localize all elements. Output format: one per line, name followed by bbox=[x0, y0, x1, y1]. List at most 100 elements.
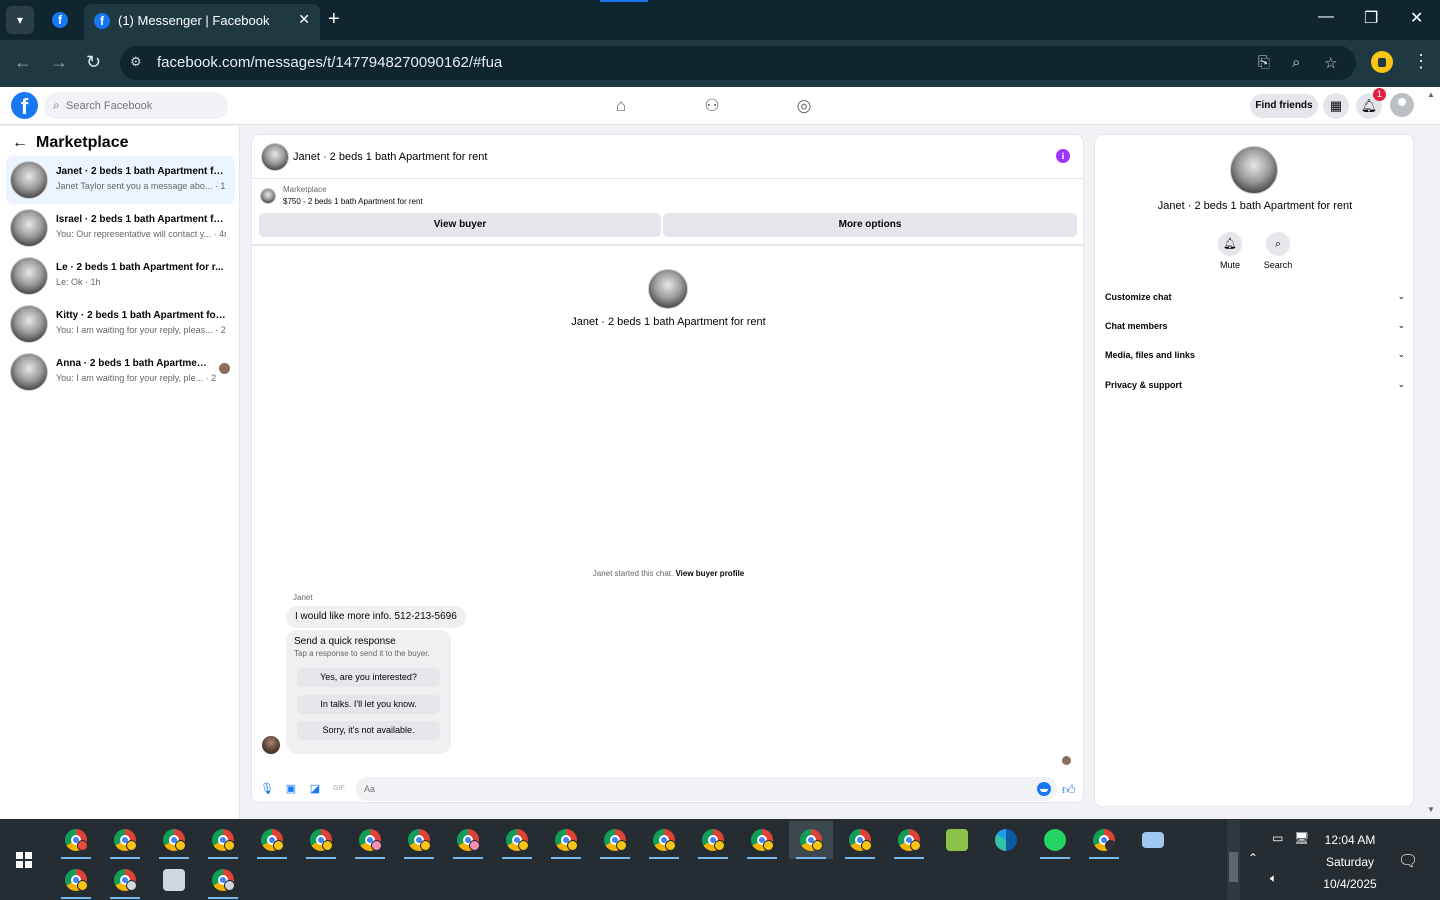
chat-title[interactable]: Janet · 2 beds 1 bath Apartment for rent bbox=[293, 151, 487, 163]
browser-menu-icon[interactable]: ⋮ bbox=[1412, 51, 1430, 72]
taskbar-chrome-icon[interactable] bbox=[593, 821, 637, 859]
taskbar-chrome-icon[interactable] bbox=[299, 821, 343, 859]
taskbar-chrome-icon[interactable] bbox=[103, 861, 147, 899]
thumbs-up-icon[interactable]: 👍︎ bbox=[1062, 782, 1076, 798]
volume-icon[interactable]: 🔈︎ bbox=[1270, 871, 1277, 886]
facebook-favicon-icon: f bbox=[52, 12, 68, 28]
accordion-chat-members[interactable]: Chat members ⌄ bbox=[1105, 318, 1405, 338]
minimize-button[interactable]: — bbox=[1318, 8, 1334, 26]
taskbar-clock[interactable]: 12:04 AM Saturday 10/4/2025 bbox=[1310, 829, 1390, 895]
taskbar-contacts-icon[interactable] bbox=[152, 861, 196, 899]
taskbar-chrome-icon[interactable] bbox=[642, 821, 686, 859]
conversation-item[interactable]: Le · 2 beds 1 bath Apartment for r... Le… bbox=[6, 252, 235, 300]
network-icon[interactable]: 🖥︎ bbox=[1294, 831, 1309, 845]
quick-reply-button[interactable]: Sorry, it's not available. bbox=[297, 721, 440, 740]
taskbar-chrome-icon[interactable] bbox=[201, 861, 245, 899]
taskbar-chrome-icon[interactable] bbox=[54, 821, 98, 859]
accordion-media-files[interactable]: Media, files and links ⌄ bbox=[1105, 347, 1405, 367]
taskbar-chrome-icon[interactable] bbox=[397, 821, 441, 859]
tab-close-icon[interactable]: ✕ bbox=[298, 11, 310, 28]
taskbar-notepad-icon[interactable] bbox=[935, 821, 979, 859]
reload-icon[interactable]: ↻ bbox=[86, 52, 101, 73]
listing-price[interactable]: $750 - 2 beds 1 bath Apartment for rent bbox=[283, 197, 423, 206]
taskbar-chrome-icon[interactable] bbox=[495, 821, 539, 859]
taskbar-chrome-icon[interactable] bbox=[201, 821, 245, 859]
taskbar-chrome-icon[interactable] bbox=[446, 821, 490, 859]
message-bubble[interactable]: I would like more info. 512-213-5696 bbox=[286, 606, 466, 628]
taskbar-chrome-icon[interactable] bbox=[691, 821, 735, 859]
clock-date: 10/4/2025 bbox=[1323, 877, 1377, 891]
gif-icon[interactable]: GIF bbox=[332, 782, 346, 796]
facebook-logo-icon[interactable]: f bbox=[11, 92, 38, 119]
facebook-search[interactable]: ⌕ bbox=[44, 92, 228, 119]
accordion-privacy-support[interactable]: Privacy & support ⌄ bbox=[1105, 377, 1405, 397]
microphone-icon[interactable]: 🎙︎ bbox=[260, 782, 274, 796]
taskbar-chrome-icon[interactable] bbox=[152, 821, 196, 859]
menu-grid-icon[interactable]: ▦ bbox=[1323, 93, 1349, 119]
mute-button[interactable]: 🔔︎ Mute bbox=[1210, 232, 1250, 270]
message-composer[interactable] bbox=[356, 777, 1057, 801]
conversation-item[interactable]: Janet · 2 beds 1 bath Apartment fo... Ja… bbox=[6, 156, 235, 204]
conversation-item[interactable]: Kitty · 2 beds 1 bath Apartment for... Y… bbox=[6, 300, 235, 348]
message-input[interactable] bbox=[364, 781, 1004, 797]
taskbar-keyboard-icon[interactable] bbox=[1131, 821, 1175, 859]
quick-reply-button[interactable]: Yes, are you interested? bbox=[297, 668, 440, 687]
restore-button[interactable]: ❐ bbox=[1364, 8, 1378, 28]
scroll-up-arrow-icon[interactable]: ▲ bbox=[1427, 90, 1435, 99]
taskbar-chrome-icon[interactable] bbox=[887, 821, 931, 859]
forward-arrow-icon[interactable]: → bbox=[50, 52, 68, 73]
quick-reply-button[interactable]: In talks. I'll let you know. bbox=[297, 695, 440, 714]
show-hidden-icons-chevron-icon[interactable]: ⌃ bbox=[1248, 851, 1258, 865]
active-tab[interactable]: f (1) Messenger | Facebook ✕ bbox=[84, 4, 320, 40]
listing-thumbnail[interactable] bbox=[261, 143, 289, 171]
conversation-item[interactable]: Israel · 2 beds 1 bath Apartment fo... Y… bbox=[6, 204, 235, 252]
scroll-down-arrow-icon[interactable]: ▼ bbox=[1427, 805, 1435, 814]
taskbar-whatsapp-icon[interactable] bbox=[1033, 821, 1077, 859]
accordion-customize-chat[interactable]: Customize chat ⌄ bbox=[1105, 289, 1405, 309]
view-buyer-profile-link[interactable]: View buyer profile bbox=[675, 569, 744, 578]
friends-icon[interactable]: ⚇ bbox=[702, 96, 722, 116]
view-buyer-button[interactable]: View buyer bbox=[259, 213, 661, 237]
back-arrow-icon[interactable]: ← bbox=[14, 52, 32, 73]
taskbar-chrome-icon[interactable] bbox=[838, 821, 882, 859]
taskbar-chrome-icon[interactable] bbox=[103, 821, 147, 859]
more-options-button[interactable]: More options bbox=[663, 213, 1077, 237]
back-arrow-icon[interactable]: ← bbox=[12, 134, 28, 152]
meet-now-icon[interactable]: ▭ bbox=[1272, 831, 1283, 845]
home-icon[interactable]: ⌂ bbox=[611, 96, 631, 116]
address-bar[interactable]: ⚙ facebook.com/messages/t/14779482700901… bbox=[120, 46, 1356, 80]
search-button[interactable]: ⌕ Search bbox=[1258, 232, 1298, 270]
notification-center-icon[interactable]: 🗨︎ bbox=[1398, 851, 1418, 871]
account-avatar[interactable] bbox=[1390, 93, 1414, 117]
site-info-icon[interactable]: ⚙ bbox=[130, 54, 148, 72]
taskbar-chrome-icon-active[interactable] bbox=[789, 821, 833, 859]
taskbar-chrome-icon[interactable] bbox=[740, 821, 784, 859]
taskbar-scrollbar[interactable] bbox=[1227, 820, 1240, 900]
taskbar-chrome-icon[interactable] bbox=[54, 861, 98, 899]
bookmark-star-icon[interactable]: ☆ bbox=[1324, 54, 1337, 72]
sticker-icon[interactable]: ◪ bbox=[308, 782, 322, 796]
taskbar-chrome-icon[interactable] bbox=[1082, 821, 1126, 859]
taskbar-chrome-icon[interactable] bbox=[544, 821, 588, 859]
browser-profile-icon[interactable] bbox=[1371, 51, 1393, 73]
taskbar-edge-icon[interactable] bbox=[984, 821, 1028, 859]
windows-start-icon[interactable] bbox=[16, 852, 32, 868]
emoji-icon[interactable] bbox=[1037, 782, 1051, 796]
window-close-button[interactable]: ✕ bbox=[1410, 8, 1423, 28]
groups-icon[interactable]: ◎ bbox=[794, 96, 814, 116]
sender-avatar[interactable] bbox=[262, 736, 280, 754]
scrollbar-thumb[interactable] bbox=[1229, 852, 1238, 882]
pinned-tab-facebook[interactable]: f bbox=[48, 8, 72, 32]
find-friends-button[interactable]: Find friends bbox=[1250, 94, 1318, 118]
install-app-icon[interactable]: ⎘ bbox=[1258, 54, 1270, 71]
taskbar-chrome-icon[interactable] bbox=[348, 821, 392, 859]
facebook-search-input[interactable] bbox=[66, 96, 221, 115]
url-text[interactable]: facebook.com/messages/t/1477948270090162… bbox=[157, 54, 502, 71]
conversation-item[interactable]: Anna · 2 beds 1 bath Apartment ... You: … bbox=[6, 348, 235, 396]
photo-icon[interactable]: ▣ bbox=[284, 782, 298, 796]
taskbar-chrome-icon[interactable] bbox=[250, 821, 294, 859]
tab-search-button[interactable]: ▾ bbox=[6, 6, 34, 34]
zoom-icon[interactable]: ⌕ bbox=[1292, 54, 1300, 71]
new-tab-button[interactable]: + bbox=[328, 8, 340, 31]
info-icon[interactable]: i bbox=[1056, 149, 1070, 163]
